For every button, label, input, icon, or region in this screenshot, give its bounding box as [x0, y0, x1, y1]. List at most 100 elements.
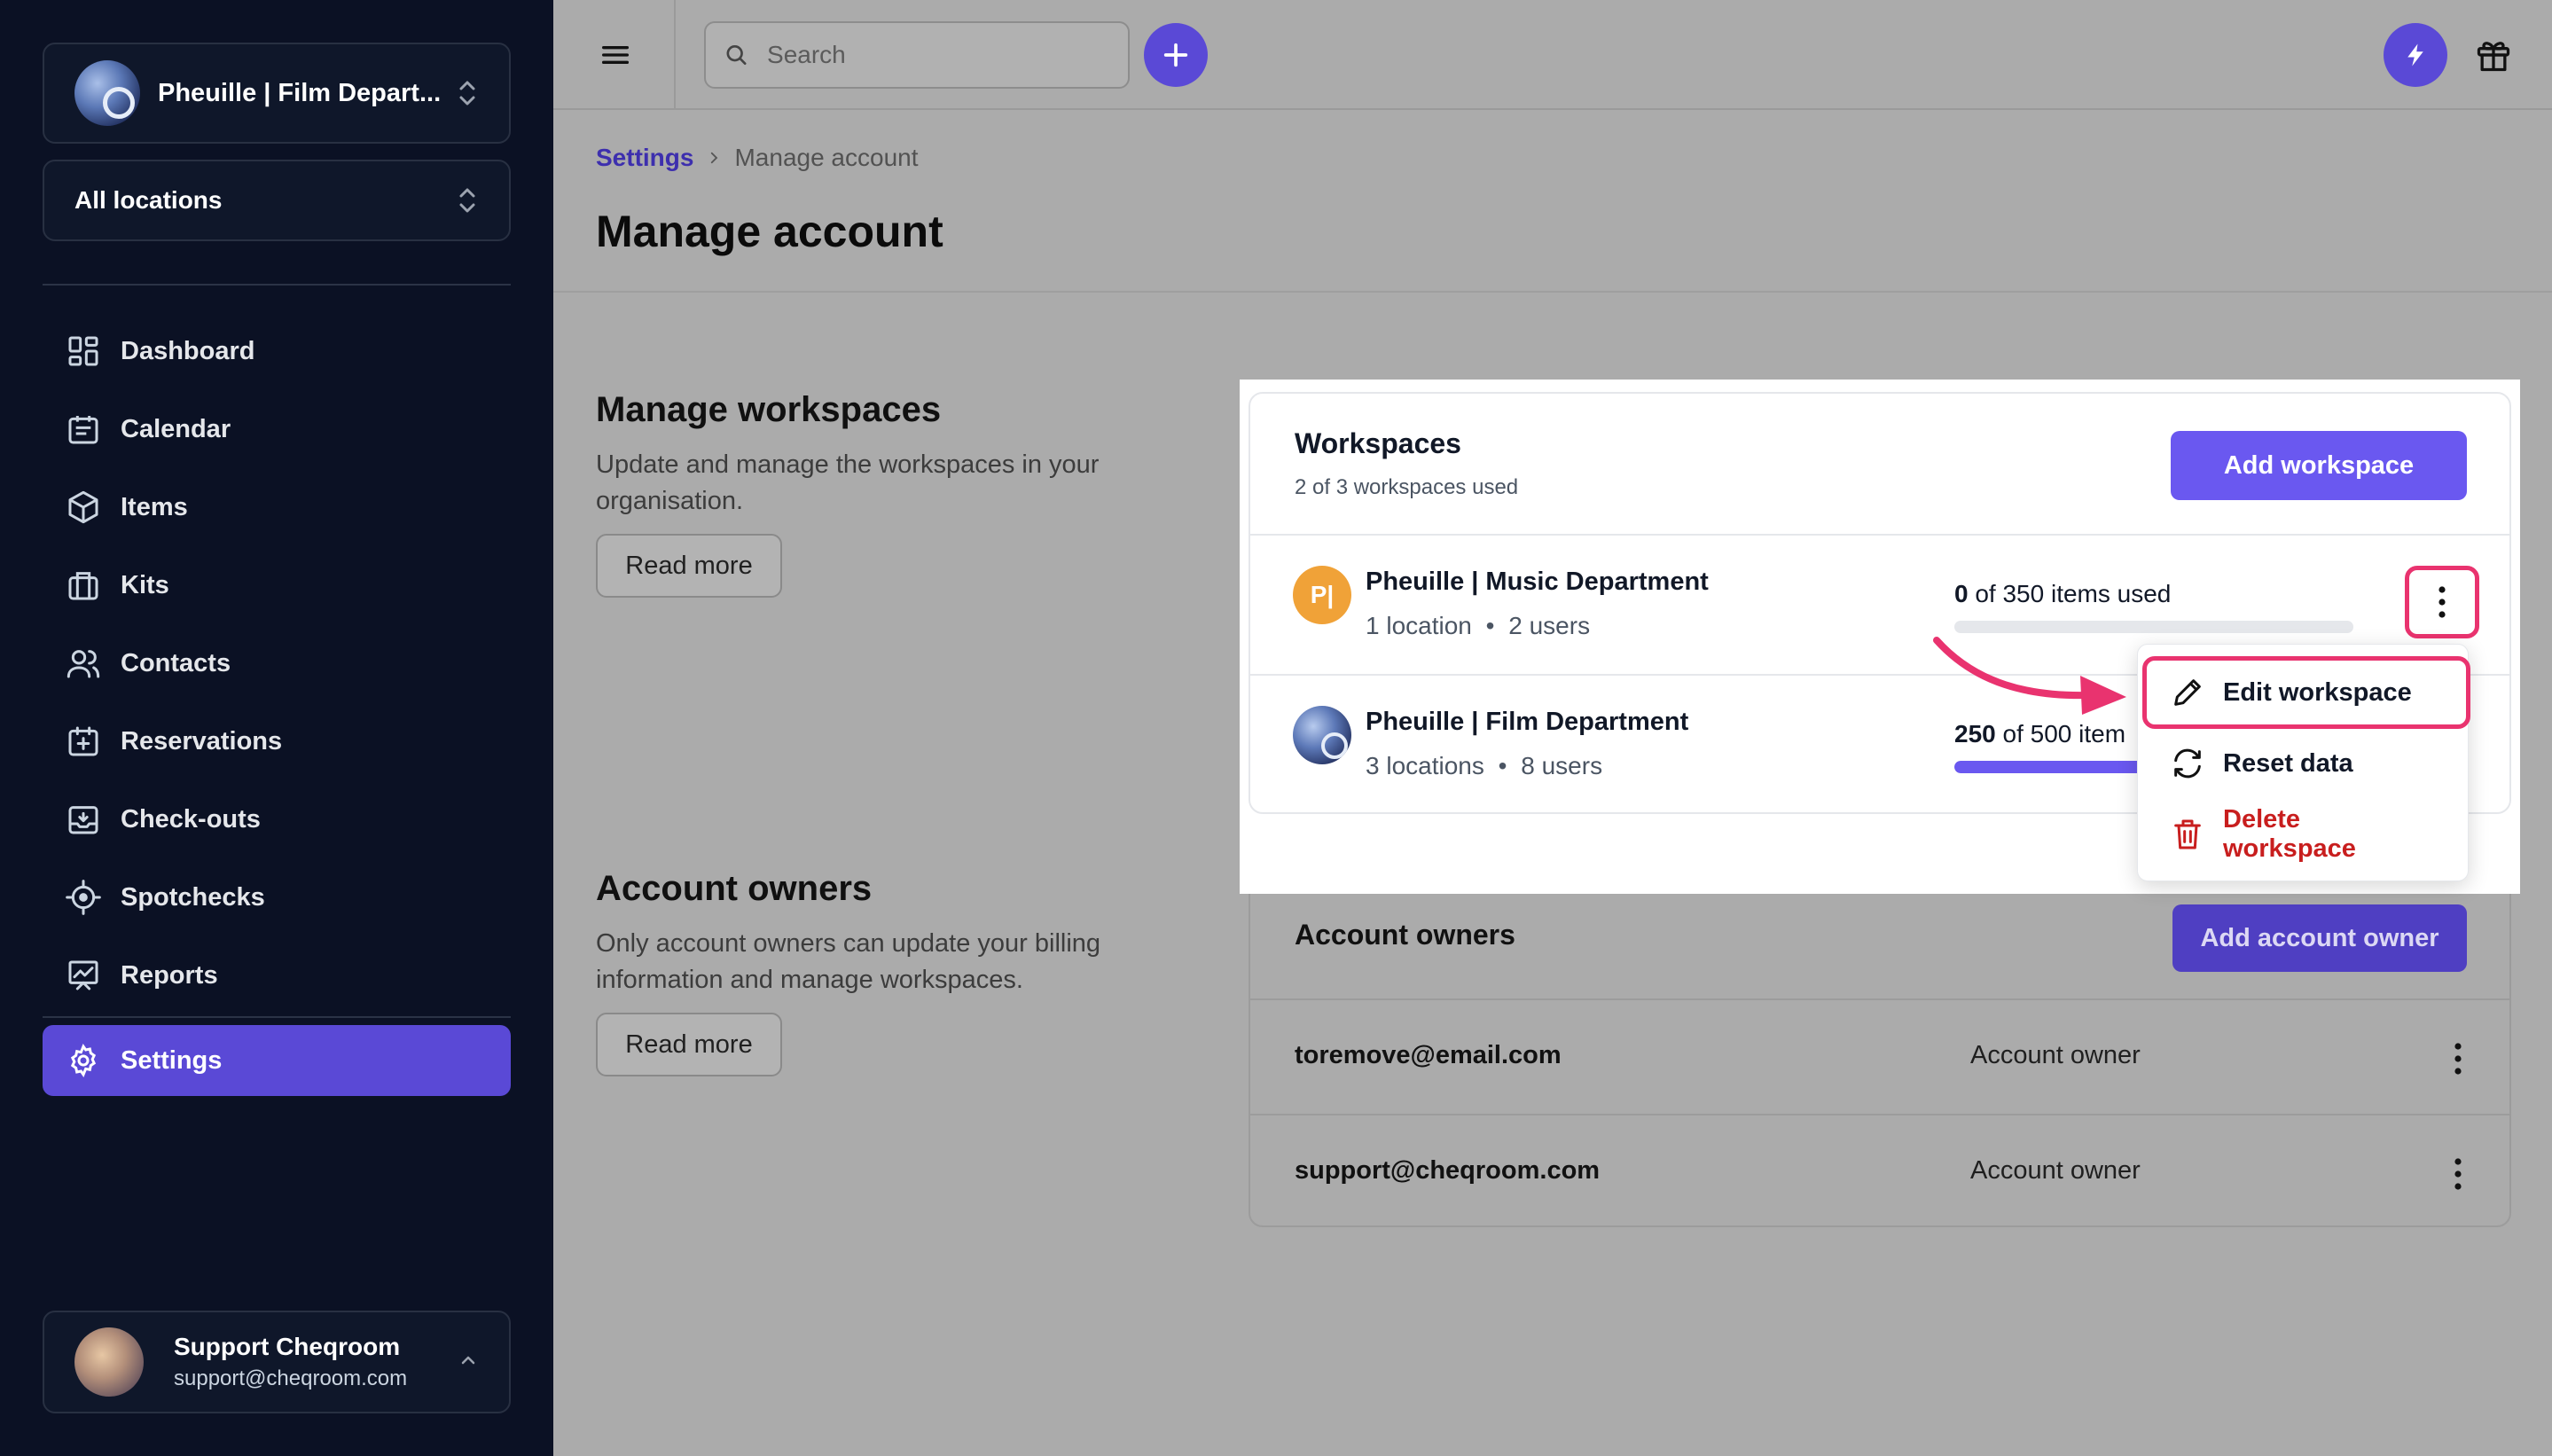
sidebar-item-label: Spotchecks — [121, 882, 265, 912]
sidebar-item-spotchecks[interactable]: Spotchecks — [43, 858, 511, 936]
usage-progress-fill — [1954, 761, 2154, 773]
items-used-count: 0 — [1954, 580, 1969, 607]
location-switcher[interactable]: All locations — [43, 160, 511, 241]
top-bar — [553, 0, 2552, 110]
search-box[interactable] — [704, 21, 1130, 89]
sidebar-item-contacts[interactable]: Contacts — [43, 624, 511, 702]
cube-icon — [68, 490, 98, 524]
gift-icon[interactable] — [2474, 35, 2513, 74]
crosshair-icon — [66, 880, 101, 915]
breadcrumb-settings-link[interactable]: Settings — [596, 144, 693, 172]
more-vertical-icon[interactable] — [2440, 1034, 2476, 1084]
breadcrumb-current: Manage account — [734, 144, 919, 171]
owner-role: Account owner — [1970, 1156, 2141, 1185]
account-owners-description: Only account owners can update your bill… — [596, 929, 1101, 994]
breadcrumb: Settings Manage account — [596, 144, 919, 172]
refresh-icon — [2174, 748, 2201, 779]
sidebar-divider — [43, 1016, 511, 1018]
quick-add-button[interactable] — [1144, 23, 1208, 87]
workspace-name: Pheuille | Film Depart... — [158, 78, 442, 107]
chevron-up-icon — [458, 1350, 479, 1375]
sidebar-item-reservations[interactable]: Reservations — [43, 702, 511, 780]
sidebar-item-label: Contacts — [121, 648, 231, 677]
calendar-icon — [68, 416, 98, 444]
table-row: toremove@email.com Account owner — [1250, 998, 2509, 1114]
user-email: support@cheqroom.com — [174, 1366, 408, 1390]
annotation-arrow — [1933, 637, 2126, 715]
sidebar-item-kits[interactable]: Kits — [43, 546, 511, 624]
search-icon — [726, 44, 747, 66]
more-vertical-icon[interactable] — [2440, 1149, 2476, 1199]
whats-new-button[interactable] — [2384, 23, 2447, 87]
user-menu[interactable]: Support Cheqroom support@cheqroom.com — [43, 1311, 511, 1413]
workspace-users: 8 users — [1521, 752, 1603, 779]
owner-email: toremove@email.com — [1295, 1041, 1562, 1069]
menu-item-delete-workspace[interactable]: Delete workspace — [2138, 799, 2470, 870]
menu-item-label: Delete workspace — [2223, 805, 2356, 863]
workspace-items-usage: 0 of 350 items used — [1954, 580, 2171, 608]
chevron-up-down-icon — [456, 184, 479, 216]
workspace-locations: 3 locations — [1366, 752, 1484, 779]
sidebar-item-calendar[interactable]: Calendar — [43, 390, 511, 468]
owners-read-more-button[interactable]: Read more — [596, 1013, 782, 1076]
users-icon — [67, 650, 100, 678]
workspace-name: Pheuille | Music Department — [1366, 568, 1709, 596]
calendar-plus-icon — [68, 726, 98, 756]
gear-icon — [70, 1044, 97, 1077]
add-workspace-button[interactable]: Add workspace — [2171, 431, 2467, 500]
workspace-name: Pheuille | Film Department — [1366, 708, 1689, 736]
dashboard-icon — [68, 336, 98, 366]
workspace-options-button[interactable] — [2405, 566, 2479, 638]
workspace-users: 2 users — [1508, 612, 1591, 639]
owner-email: support@cheqroom.com — [1295, 1156, 1601, 1185]
workspace-meta: 3 locations • 8 users — [1366, 752, 1603, 779]
sidebar-divider — [43, 284, 511, 286]
trash-icon — [2174, 819, 2201, 849]
workspaces-read-more-button[interactable]: Read more — [596, 534, 782, 598]
add-account-owner-button[interactable]: Add account owner — [2172, 904, 2467, 972]
manage-workspaces-title: Manage workspaces — [596, 390, 942, 429]
account-owners-card: Account owners Add account owner toremov… — [1249, 873, 2511, 1227]
edit-workspace-highlight — [2142, 656, 2470, 729]
workspace-logo — [74, 60, 140, 126]
sidebar-item-label: Reports — [121, 960, 218, 990]
items-used-count: 250 — [1954, 720, 1996, 748]
user-name: Support Cheqroom — [174, 1333, 401, 1360]
chevron-right-icon — [706, 144, 722, 172]
sidebar-item-label: Calendar — [121, 414, 231, 443]
sidebar-item-label: Kits — [121, 570, 169, 599]
items-limit-text: of 500 item — [1995, 720, 2126, 748]
workspace-switcher[interactable]: Pheuille | Film Depart... — [43, 43, 511, 144]
plus-icon — [1163, 43, 1188, 67]
workspace-avatar: P| — [1293, 566, 1351, 624]
sidebar-item-label: Check-outs — [121, 804, 261, 834]
sidebar-item-dashboard[interactable]: Dashboard — [43, 312, 511, 390]
menu-item-reset-data[interactable]: Reset data — [2138, 728, 2470, 799]
account-owners-card-title: Account owners — [1295, 919, 1515, 951]
hamburger-menu-icon[interactable] — [598, 37, 633, 73]
search-input[interactable] — [767, 41, 1110, 69]
sidebar-item-reports[interactable]: Reports — [43, 936, 511, 1014]
items-limit-text: of 350 items used — [1968, 580, 2172, 607]
sidebar-item-label: Items — [121, 492, 188, 521]
presentation-chart-icon — [68, 960, 98, 990]
sidebar-item-items[interactable]: Items — [43, 468, 511, 546]
sidebar-item-settings[interactable]: Settings — [43, 1025, 511, 1096]
manage-workspaces-description: Update and manage the workspaces in your… — [596, 450, 1100, 515]
sidebar-nav: Dashboard Calendar Items Kits Contacts R… — [43, 312, 511, 1014]
chevron-up-down-icon — [456, 77, 479, 109]
usage-progress-bar — [1954, 621, 2353, 633]
more-vertical-icon — [2424, 577, 2460, 627]
sidebar-item-label: Settings — [121, 1045, 223, 1075]
lightning-bolt-icon — [2407, 43, 2423, 67]
owner-role: Account owner — [1970, 1041, 2141, 1069]
page-title: Manage account — [596, 207, 943, 256]
sidebar: Pheuille | Film Depart... All locations … — [0, 0, 553, 1456]
workspaces-usage-summary: 2 of 3 workspaces used — [1295, 475, 1519, 499]
briefcase-icon — [68, 572, 98, 600]
sidebar-item-check-outs[interactable]: Check-outs — [43, 780, 511, 858]
workspace-avatar — [1293, 706, 1351, 764]
location-name: All locations — [74, 186, 223, 214]
workspace-items-usage: 250 of 500 item — [1954, 720, 2125, 748]
table-row: support@cheqroom.com Account owner — [1250, 1114, 2509, 1229]
